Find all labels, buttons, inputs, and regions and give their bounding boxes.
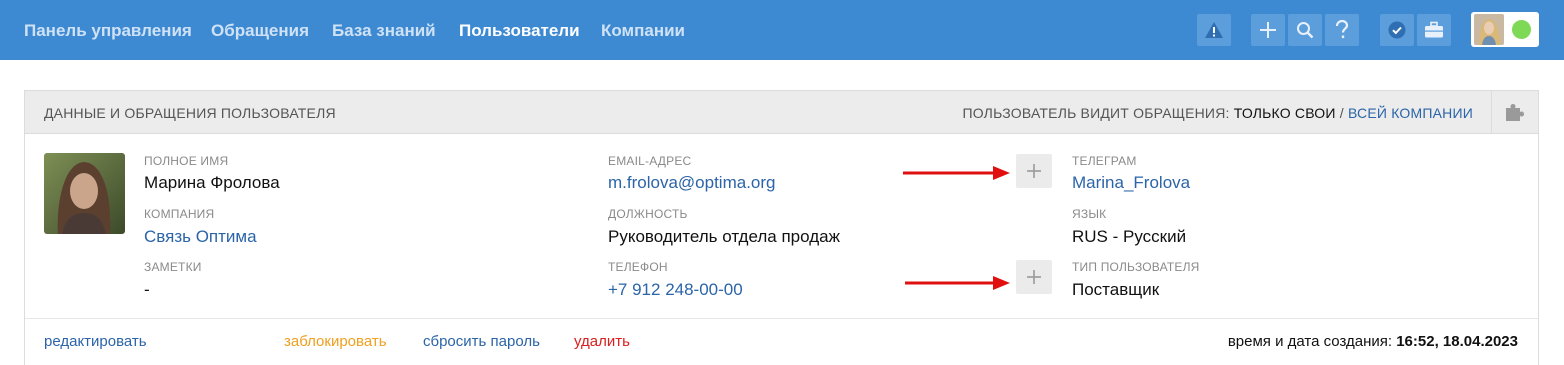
delete-link[interactable]: удалить <box>574 333 630 350</box>
online-status-indicator <box>1512 20 1531 39</box>
plus-icon <box>1027 164 1041 178</box>
company-label: КОМПАНИЯ <box>144 207 215 221</box>
add-email-button[interactable] <box>1016 154 1052 188</box>
visibility-label: ПОЛЬЗОВАТЕЛЬ ВИДИТ ОБРАЩЕНИЯ: <box>962 105 1230 121</box>
nav-tickets[interactable]: Обращения <box>211 21 309 41</box>
created-timestamp: время и дата создания: 16:52, 18.04.2023 <box>1228 333 1518 350</box>
company-link[interactable]: Связь Оптима <box>144 227 257 247</box>
nav-knowledge-base[interactable]: База знаний <box>332 21 436 41</box>
portfolio-button[interactable] <box>1417 14 1451 46</box>
annotation-arrow-icon <box>903 166 1010 180</box>
plugins-button[interactable] <box>1491 91 1538 133</box>
created-label: время и дата создания: <box>1227 333 1393 350</box>
alerts-button[interactable] <box>1197 14 1231 46</box>
warning-icon <box>1205 22 1223 38</box>
user-type-label: ТИП ПОЛЬЗОВАТЕЛЯ <box>1072 260 1200 274</box>
phone-label: ТЕЛЕФОН <box>608 260 668 274</box>
phone-link[interactable]: +7 912 248-00-00 <box>608 280 743 300</box>
user-menu[interactable] <box>1471 12 1539 47</box>
divider <box>25 318 1538 319</box>
create-button[interactable] <box>1251 14 1285 46</box>
panel-header: ДАННЫЕ И ОБРАЩЕНИЯ ПОЛЬЗОВАТЕЛЯ ПОЛЬЗОВА… <box>25 91 1538 134</box>
question-icon <box>1335 20 1349 39</box>
verified-button[interactable] <box>1380 14 1414 46</box>
annotation-arrow-icon <box>905 276 1010 290</box>
top-navigation-bar: Панель управления Обращения База знаний … <box>0 0 1564 60</box>
created-value: 16:52, 18.04.2023 <box>1396 333 1518 350</box>
user-photo <box>44 153 125 234</box>
language-label: ЯЗЫК <box>1072 207 1107 221</box>
full-name-label: ПОЛНОЕ ИМЯ <box>144 154 229 168</box>
email-label: EMAIL-АДРЕС <box>608 154 692 168</box>
telegram-label: ТЕЛЕГРАМ <box>1072 154 1137 168</box>
email-link[interactable]: m.frolova@optima.org <box>608 173 776 193</box>
help-button[interactable] <box>1325 14 1359 46</box>
panel-title: ДАННЫЕ И ОБРАЩЕНИЯ ПОЛЬЗОВАТЕЛЯ <box>44 105 336 121</box>
language-value: RUS - Русский <box>1072 227 1187 246</box>
full-name-value: Марина Фролова <box>144 173 280 192</box>
reset-password-link[interactable]: сбросить пароль <box>423 333 540 350</box>
position-value: Руководитель отдела продаж <box>608 227 840 246</box>
search-button[interactable] <box>1288 14 1322 46</box>
ticket-visibility: ПОЛЬЗОВАТЕЛЬ ВИДИТ ОБРАЩЕНИЯ: ТОЛЬКО СВО… <box>962 105 1473 121</box>
verified-icon <box>1388 21 1406 39</box>
plus-icon <box>1260 22 1276 38</box>
edit-link[interactable]: редактировать <box>44 333 147 350</box>
plus-icon <box>1027 270 1041 284</box>
telegram-link[interactable]: Marina_Frolova <box>1072 173 1190 193</box>
search-icon <box>1297 22 1314 39</box>
avatar <box>1474 14 1504 45</box>
puzzle-icon <box>1506 104 1524 121</box>
notes-label: ЗАМЕТКИ <box>144 260 202 274</box>
position-label: ДОЛЖНОСТЬ <box>608 207 688 221</box>
visibility-separator: / <box>1339 105 1344 121</box>
add-phone-button[interactable] <box>1016 260 1052 294</box>
briefcase-icon <box>1425 21 1443 38</box>
nav-users[interactable]: Пользователи <box>459 21 580 41</box>
nav-dashboard[interactable]: Панель управления <box>24 21 192 41</box>
block-link[interactable]: заблокировать <box>284 333 387 350</box>
notes-value: - <box>144 280 150 299</box>
visibility-company-option[interactable]: ВСЕЙ КОМПАНИИ <box>1348 105 1473 121</box>
visibility-own-option[interactable]: ТОЛЬКО СВОИ <box>1234 105 1336 121</box>
nav-companies[interactable]: Компании <box>601 21 685 41</box>
user-type-value: Поставщик <box>1072 280 1160 299</box>
